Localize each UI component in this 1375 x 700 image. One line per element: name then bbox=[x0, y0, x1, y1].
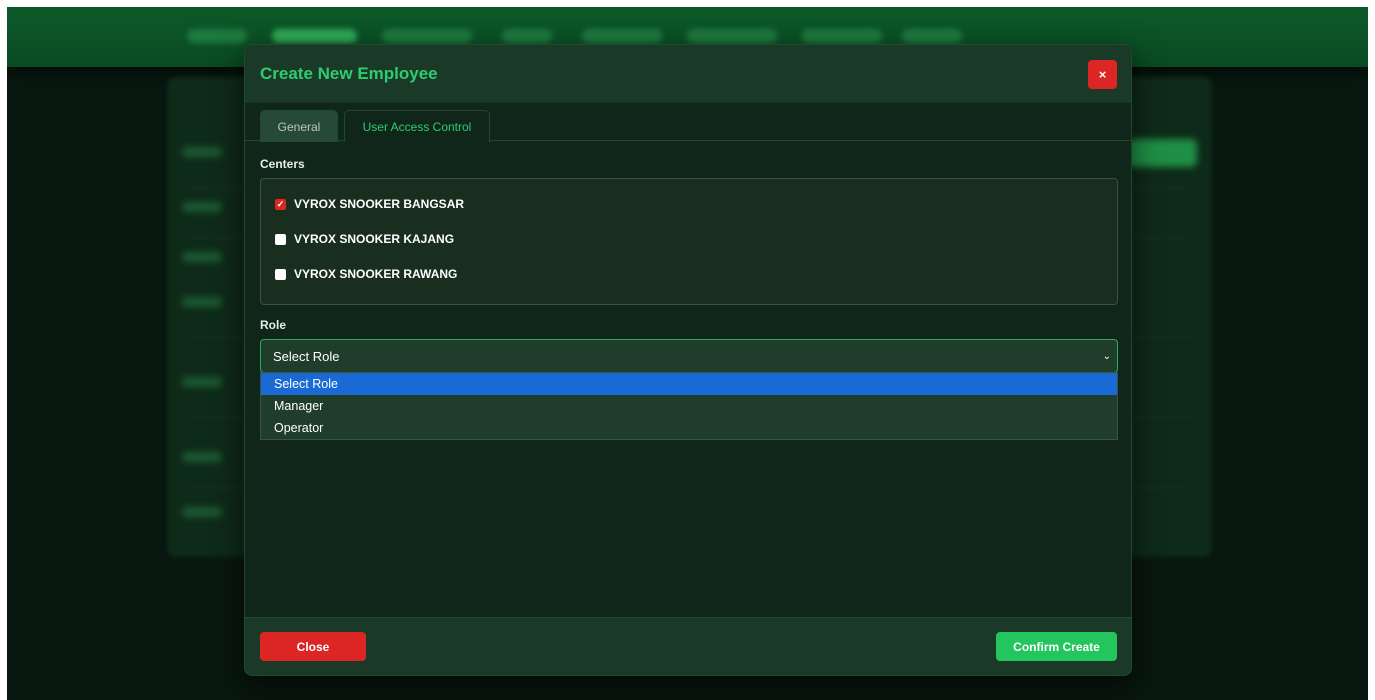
role-option-operator[interactable]: Operator bbox=[261, 417, 1117, 439]
bg-chip bbox=[182, 252, 222, 262]
center-label: VYROX SNOOKER BANGSAR bbox=[294, 197, 465, 211]
role-option-select-role[interactable]: Select Role bbox=[261, 373, 1117, 395]
bg-chip bbox=[182, 297, 222, 307]
role-dropdown: Select Role Manager Operator bbox=[260, 372, 1118, 440]
bg-chip bbox=[182, 507, 222, 517]
tab-user-access-control[interactable]: User Access Control bbox=[344, 110, 490, 142]
modal-header: Create New Employee × bbox=[245, 45, 1131, 103]
center-option-kajang[interactable]: VYROX SNOOKER KAJANG bbox=[275, 231, 454, 247]
checkbox-checked-icon[interactable]: ✓ bbox=[275, 198, 286, 210]
modal-title: Create New Employee bbox=[260, 64, 438, 83]
bg-nav-item bbox=[802, 29, 882, 43]
bg-action-button bbox=[1127, 139, 1197, 167]
bg-nav-item bbox=[582, 29, 662, 43]
bg-chip bbox=[182, 377, 222, 387]
center-option-bangsar[interactable]: ✓ VYROX SNOOKER BANGSAR bbox=[275, 196, 464, 212]
bg-chip bbox=[182, 202, 222, 212]
bg-nav-item bbox=[902, 29, 962, 43]
confirm-create-button[interactable]: Confirm Create bbox=[996, 632, 1117, 661]
role-option-manager[interactable]: Manager bbox=[261, 395, 1117, 417]
bg-nav-item bbox=[687, 29, 777, 43]
centers-label: Centers bbox=[260, 157, 305, 171]
bg-chip bbox=[182, 452, 222, 462]
modal-tabs: General User Access Control bbox=[245, 103, 1131, 142]
role-select-value: Select Role bbox=[273, 348, 340, 364]
checkbox-icon[interactable] bbox=[275, 233, 286, 245]
role-select[interactable]: Select Role ⌄ bbox=[260, 339, 1118, 373]
center-label: VYROX SNOOKER RAWANG bbox=[294, 267, 458, 281]
bg-nav-item bbox=[382, 29, 472, 43]
modal-footer: Close Confirm Create bbox=[245, 617, 1131, 675]
centers-list: ✓ VYROX SNOOKER BANGSAR VYROX SNOOKER KA… bbox=[260, 178, 1118, 305]
center-label: VYROX SNOOKER KAJANG bbox=[294, 232, 455, 246]
tab-general[interactable]: General bbox=[260, 110, 338, 142]
create-employee-modal: Create New Employee × General User Acces… bbox=[244, 44, 1132, 676]
bg-nav-item bbox=[502, 29, 552, 43]
role-label: Role bbox=[260, 318, 287, 332]
chevron-down-icon: ⌄ bbox=[1102, 351, 1111, 362]
bg-chip bbox=[182, 147, 222, 157]
center-option-rawang[interactable]: VYROX SNOOKER RAWANG bbox=[275, 266, 457, 282]
close-icon[interactable]: × bbox=[1088, 60, 1117, 89]
bg-nav-item bbox=[187, 29, 247, 43]
close-button[interactable]: Close bbox=[260, 632, 366, 661]
checkbox-icon[interactable] bbox=[275, 268, 286, 280]
bg-nav-item-active bbox=[272, 29, 357, 43]
